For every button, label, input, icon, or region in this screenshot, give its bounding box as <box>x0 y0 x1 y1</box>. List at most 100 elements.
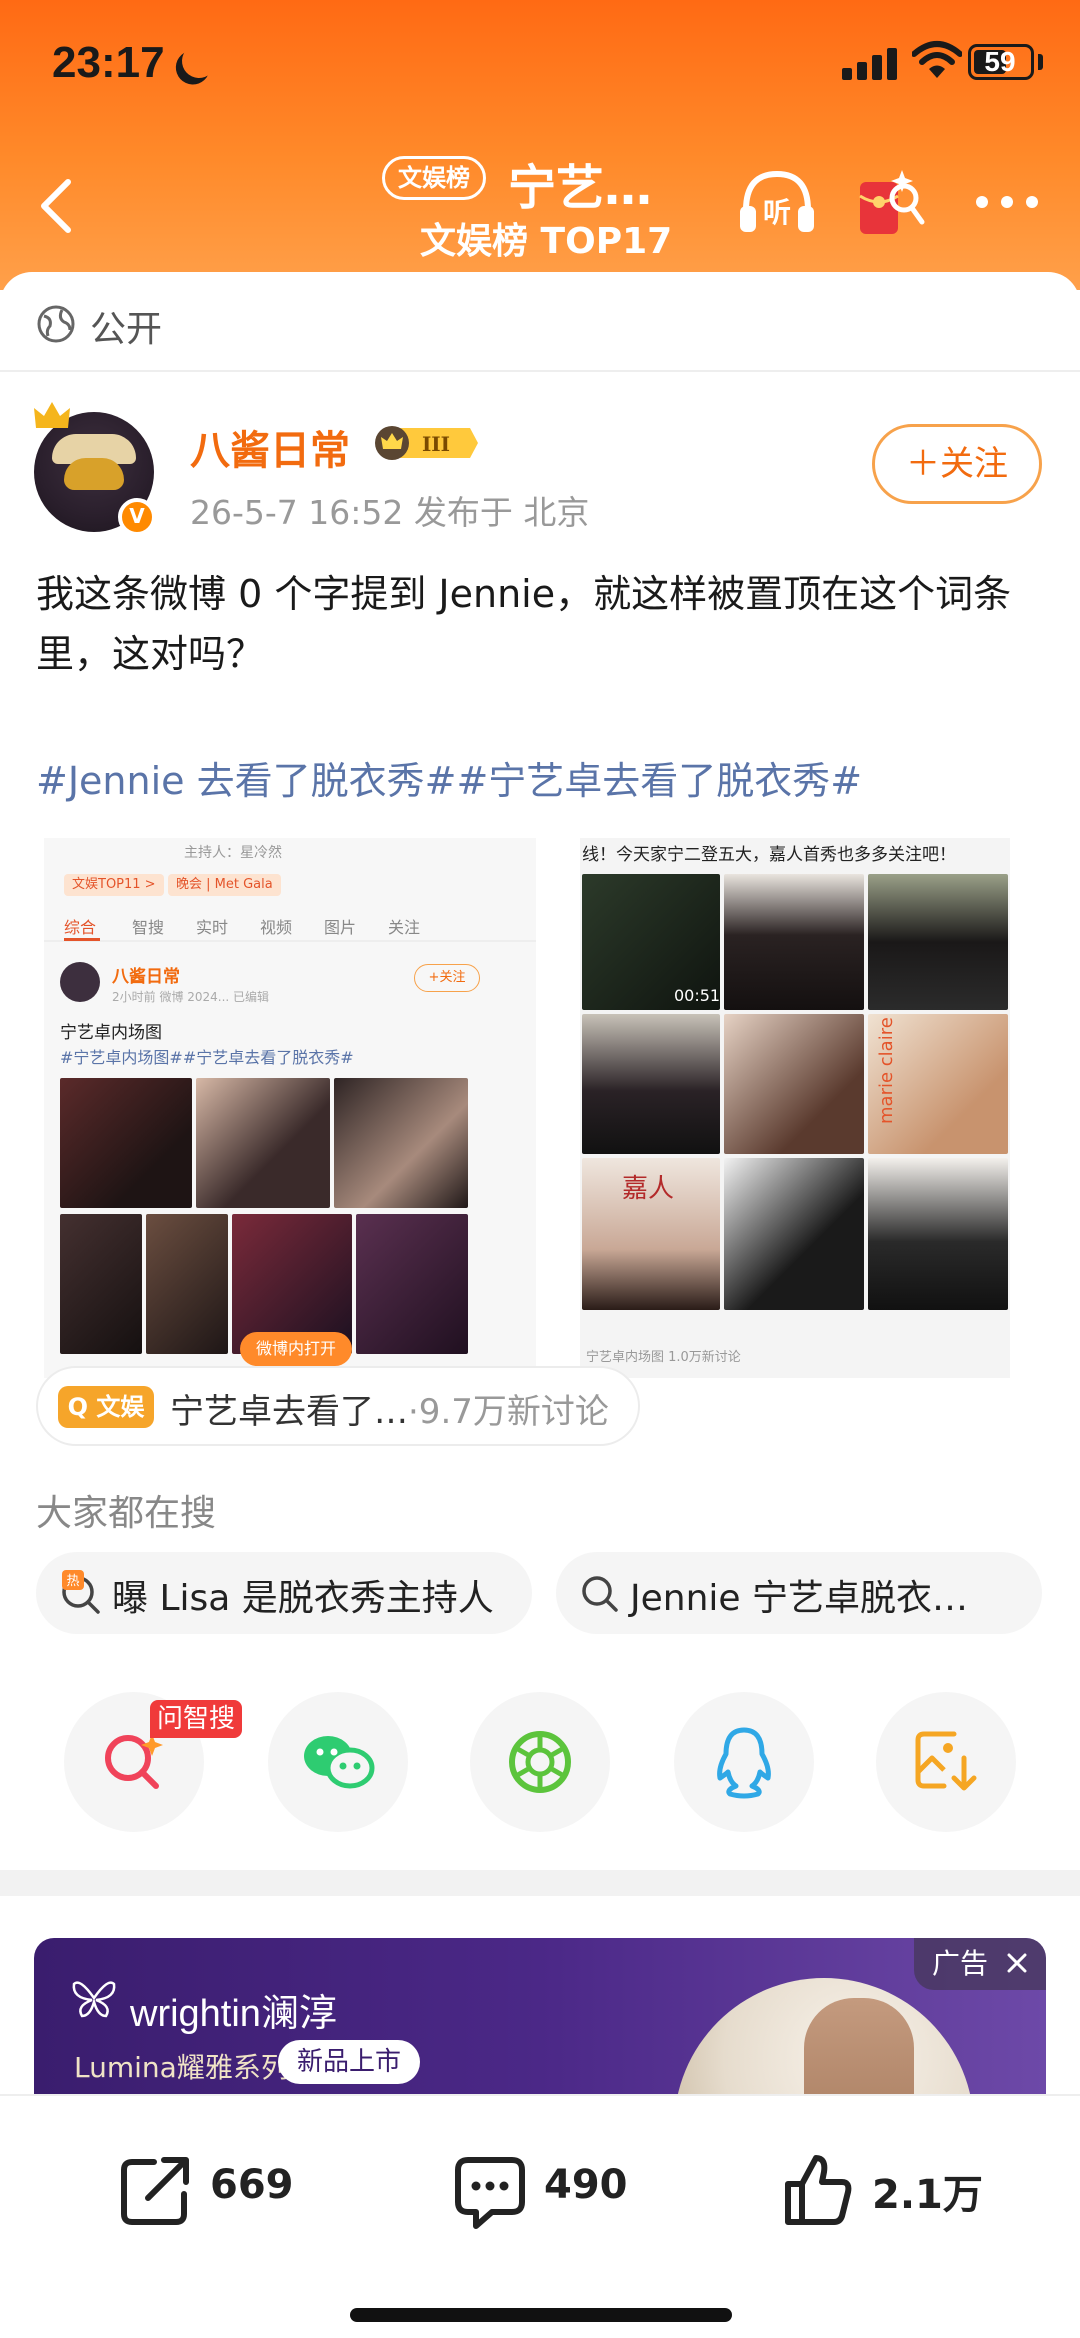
embedded-photo <box>868 874 1008 1010</box>
embedded-photo <box>724 1014 864 1154</box>
topic-chip-text: 宁艺卓去看了…·9.7万新讨论 <box>170 1384 609 1433</box>
embedded-photo <box>60 1078 192 1208</box>
embedded-photo <box>724 874 864 1010</box>
ad-new-label: 新品上市 <box>278 2040 420 2084</box>
embedded-photo <box>868 1158 1008 1310</box>
trending-search-title: 大家都在搜 <box>36 1493 217 1534</box>
ai-search-tag: 问智搜 <box>150 1700 242 1738</box>
avatar-face <box>64 458 124 490</box>
action-bar: 669 490 2.1万 <box>0 2094 1080 2338</box>
search-icon <box>582 1576 618 1612</box>
embedded-photo <box>724 1158 864 1310</box>
embedded-title: 宁艺卓内场图 <box>60 1023 162 1043</box>
embedded-tab: 视频 <box>260 918 293 937</box>
member-level-text: III <box>422 432 450 456</box>
embedded-avatar <box>60 962 100 1002</box>
embedded-tabs: 综合 智搜 实时 视频 图片 关注 <box>44 908 536 942</box>
topic-chip-title: 宁艺卓去看了… <box>170 1392 408 1432</box>
embedded-username: 八酱日常 <box>112 967 180 987</box>
post-meta: 26-5-7 16:52 发布于 北京 <box>190 493 590 532</box>
embedded-photo <box>196 1078 330 1208</box>
hot-search-icon: 热 <box>62 1570 100 1614</box>
embedded-follow: +关注 <box>414 964 480 992</box>
svg-text:热: 热 <box>66 1574 79 1589</box>
header: 23:17 59 文娱榜 宁艺… 文娱榜 TOP17 听 <box>0 0 1080 290</box>
close-icon[interactable] <box>1004 1950 1030 1976</box>
moments-icon <box>509 1731 571 1793</box>
share-wechat-button[interactable] <box>268 1692 408 1832</box>
search-suggestion[interactable]: Jennie 宁艺卓脱衣… <box>556 1552 1042 1634</box>
comment-icon <box>455 2157 525 2229</box>
embedded-tab: 实时 <box>196 918 229 937</box>
share-qq-button[interactable] <box>674 1692 814 1832</box>
home-indicator[interactable] <box>350 2308 732 2322</box>
embedded-tab: 图片 <box>324 918 357 937</box>
follow-button[interactable]: ＋关注 <box>872 424 1042 504</box>
topic-rank[interactable]: 文娱榜 TOP17 <box>420 212 672 264</box>
visibility-label: 公开 <box>90 309 163 350</box>
ai-search-icon <box>105 1734 163 1789</box>
topic-chip-count: ·9.7万新讨论 <box>408 1392 609 1432</box>
post-image-left[interactable]: 主持人：星冷然 文娱TOP11 > 晚会 | Met Gala 综合 智搜 实时… <box>44 838 536 1378</box>
svg-text:听: 听 <box>763 196 791 229</box>
post-hashtags[interactable]: #Jennie 去看了脱衣秀##宁艺卓去看了脱衣秀# <box>36 750 1046 805</box>
post-image-right[interactable]: 线！今天家宁二登五大，嘉人首秀也多多关注吧！ 00:51 marie clair… <box>580 838 1010 1378</box>
share-moments-button[interactable] <box>470 1692 610 1832</box>
embedded-tab: 关注 <box>388 918 421 937</box>
battery-cap <box>1038 54 1043 70</box>
topic-chip[interactable]: Q 文娱 宁艺卓去看了…·9.7万新讨论 <box>36 1366 640 1446</box>
search-suggestion[interactable]: 热 曝 Lisa 是脱衣秀主持人 <box>36 1552 532 1634</box>
battery-icon: 59 <box>968 44 1034 80</box>
member-level-badge: III <box>375 426 478 460</box>
embedded-photo <box>146 1214 228 1354</box>
magazine-title: marie claire <box>876 1017 897 1124</box>
repost-button[interactable]: 669 <box>118 2152 318 2232</box>
embedded-event-chip: 晚会 | Met Gala <box>168 874 281 896</box>
save-image-button[interactable] <box>876 1692 1016 1832</box>
embedded-photo <box>356 1214 468 1354</box>
wifi-icon <box>912 41 962 78</box>
topic-category-tag: 文娱榜 <box>382 156 486 200</box>
visibility-row: 公开 <box>0 272 1080 372</box>
status-time: 23:17 <box>52 38 165 87</box>
like-button[interactable]: 2.1万 <box>780 2152 1000 2232</box>
battery-level: 59 <box>984 46 1016 77</box>
comment-count: 490 <box>544 2162 628 2208</box>
embedded-photo <box>60 1214 142 1354</box>
embedded-video: 00:51 <box>582 874 720 1010</box>
section-divider <box>0 1870 1080 1896</box>
ad-brand: wrightin澜淳 <box>130 1993 337 2035</box>
weibo-post-page: 23:17 59 文娱榜 宁艺… 文娱榜 TOP17 听 公开 V 八酱日常 I… <box>0 0 1080 2338</box>
comment-button[interactable]: 490 <box>452 2152 652 2232</box>
magazine-cover-title: 嘉人 <box>622 1174 675 1204</box>
embedded-header: 线！今天家宁二登五大，嘉人首秀也多多关注吧！ <box>582 845 956 865</box>
crown-icon <box>34 402 70 428</box>
embedded-tab: 智搜 <box>132 918 165 937</box>
post-content: 公开 V 八酱日常 III 26-5-7 16:52 发布于 北京 ＋关注 我这… <box>0 272 1080 2138</box>
embedded-host: 主持人：星冷然 <box>184 845 282 861</box>
verified-badge: V <box>118 498 156 536</box>
cellular-signal-icon <box>842 48 898 80</box>
embedded-photo: marie claire <box>868 1014 1008 1154</box>
search-suggestion-text: 曝 Lisa 是脱衣秀主持人 <box>112 1578 494 1619</box>
ad-series: Lumina耀雅系列 <box>74 2051 289 2084</box>
more-icon[interactable] <box>972 190 1042 214</box>
back-icon[interactable] <box>30 174 86 238</box>
embedded-meta: 2小时前 微博 2024... 已编辑 <box>112 990 270 1004</box>
repost-icon <box>121 2157 189 2225</box>
avatar[interactable]: V <box>34 402 156 536</box>
nav-bar: 文娱榜 宁艺… 文娱榜 TOP17 听 <box>0 140 1080 270</box>
like-count: 2.1万 <box>872 2172 983 2218</box>
topic-title[interactable]: 宁艺… <box>508 148 652 218</box>
username[interactable]: 八酱日常 <box>190 418 350 476</box>
embedded-footer: 宁艺卓内场图 1.0万新讨论 <box>586 1350 741 1365</box>
listen-icon[interactable]: 听 <box>736 166 818 240</box>
embedded-tab: 综合 <box>64 918 97 937</box>
moon-icon <box>177 39 221 83</box>
repost-count: 669 <box>210 2162 294 2208</box>
embedded-open-button: 微博内打开 <box>240 1332 352 1366</box>
like-icon <box>785 2155 852 2225</box>
status-bar: 23:17 59 <box>0 0 1080 130</box>
red-packet-icon[interactable] <box>856 162 926 242</box>
post-text: 我这条微博 0 个字提到 Jennie，就这样被置顶在这个词条里，这对吗？ <box>36 572 1012 676</box>
